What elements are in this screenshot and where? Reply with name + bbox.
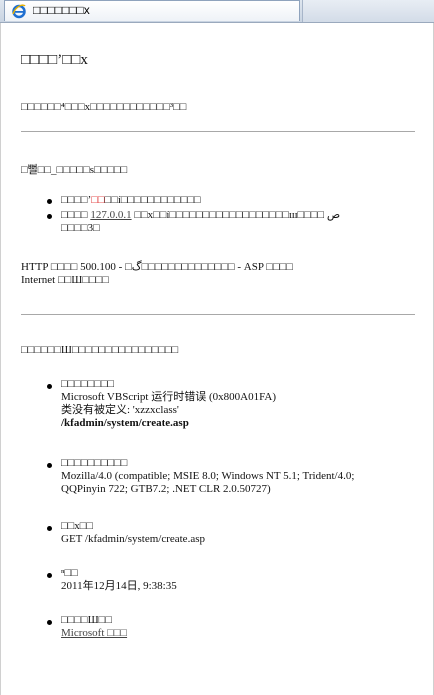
bullet-dot [47, 573, 52, 578]
error-source-line: Internet □□Ш□□□□ [21, 274, 109, 286]
bullet-item-2: □□□□ 127.0.0.1 □□x□□í□□□□□□□□□□□□□□□□□□ш… [61, 209, 391, 235]
bullet-dot [47, 199, 52, 204]
divider-2 [21, 314, 415, 315]
tab-strip-empty-area [302, 0, 434, 22]
detail-value: Microsoft VBScript 运行时错误 (0x800A01FA) [61, 391, 277, 403]
detail-value: QQPinyin 722; GTB7.2; .NET CLR 2.0.50727… [61, 483, 271, 495]
page-subtitle: □□□□□□⁴□□□x□□□□□□□□□□□□³□□ [21, 101, 187, 113]
microsoft-support-link[interactable]: Microsoft □□□ [61, 627, 127, 640]
detail-browser-type: □□□□□□□□□□ Mozilla/4.0 (compatible; MSIE… [61, 457, 411, 496]
detail-time: ⁿ□□ 2011年12月14日, 9:38:35 [61, 567, 177, 593]
bullet-2-prefix: □□□□ [61, 209, 91, 221]
section1-heading: □뻘□□_□□□□□s□□□□□ [21, 164, 128, 176]
detail-error-type: □□□□□□□□ Microsoft VBScript 运行时错误 (0x800… [61, 378, 276, 430]
localhost-link[interactable]: 127.0.0.1 [90, 209, 131, 221]
detail-label: □□□□Ш□□ [61, 614, 112, 626]
detail-label: □□x□□ [61, 520, 94, 532]
detail-more-info: □□□□Ш□□ Microsoft □□□ [61, 614, 127, 640]
bullet-1-suffix: □□í□□□□□□□□□□□□ [104, 194, 201, 206]
bullet-dot [47, 620, 52, 625]
ie-logo-icon [12, 4, 26, 19]
bullet-1-highlight: □□ [91, 194, 105, 206]
detail-file-path: /kfadmin/system/create.asp [61, 417, 189, 429]
divider-1 [21, 131, 415, 132]
bullet-2-line2: □□□□3□ [61, 222, 100, 234]
detail-label: ⁿ□□ [61, 567, 78, 579]
tab-title: □□□□□□□x [33, 3, 90, 17]
detail-value: Mozilla/4.0 (compatible; MSIE 8.0; Windo… [61, 470, 355, 482]
detail-value: GET /kfadmin/system/create.asp [61, 533, 205, 545]
error-code-line: HTTP □□□□ 500.100 - □گ□□□□□□□□□□□□□□ - A… [21, 261, 293, 273]
error-page: □□□□’□□x □□□□□□⁴□□□x□□□□□□□□□□□□³□□ □뻘□□… [0, 23, 434, 695]
bullet-dot [47, 214, 52, 219]
browser-tab[interactable]: □□□□□□□x [4, 0, 300, 21]
detail-request: □□x□□ GET /kfadmin/system/create.asp [61, 520, 205, 546]
detail-label: □□□□□□□□ [61, 378, 115, 390]
detail-value: 类没有被定义: 'xzzxclass' [61, 404, 179, 416]
bullet-dot [47, 463, 52, 468]
bullet-item-1: □□□□’□□□□í□□□□□□□□□□□□ [61, 194, 201, 207]
detail-label: □□□□□□□□□□ [61, 457, 128, 469]
browser-tab-strip: □□□□□□□x [0, 0, 434, 23]
page-title: □□□□’□□x [21, 52, 88, 68]
section2-heading: □□□□□□Ш□□□□□□□□□□□□□□□□ [21, 344, 179, 356]
bullet-dot [47, 526, 52, 531]
bullet-2-suffix: □□x□□í□□□□□□□□□□□□□□□□□□ш□□□□ ص [131, 209, 341, 221]
bullet-1-prefix: □□□□’ [61, 194, 92, 206]
detail-value: 2011年12月14日, 9:38:35 [61, 580, 177, 592]
bullet-dot [47, 384, 52, 389]
